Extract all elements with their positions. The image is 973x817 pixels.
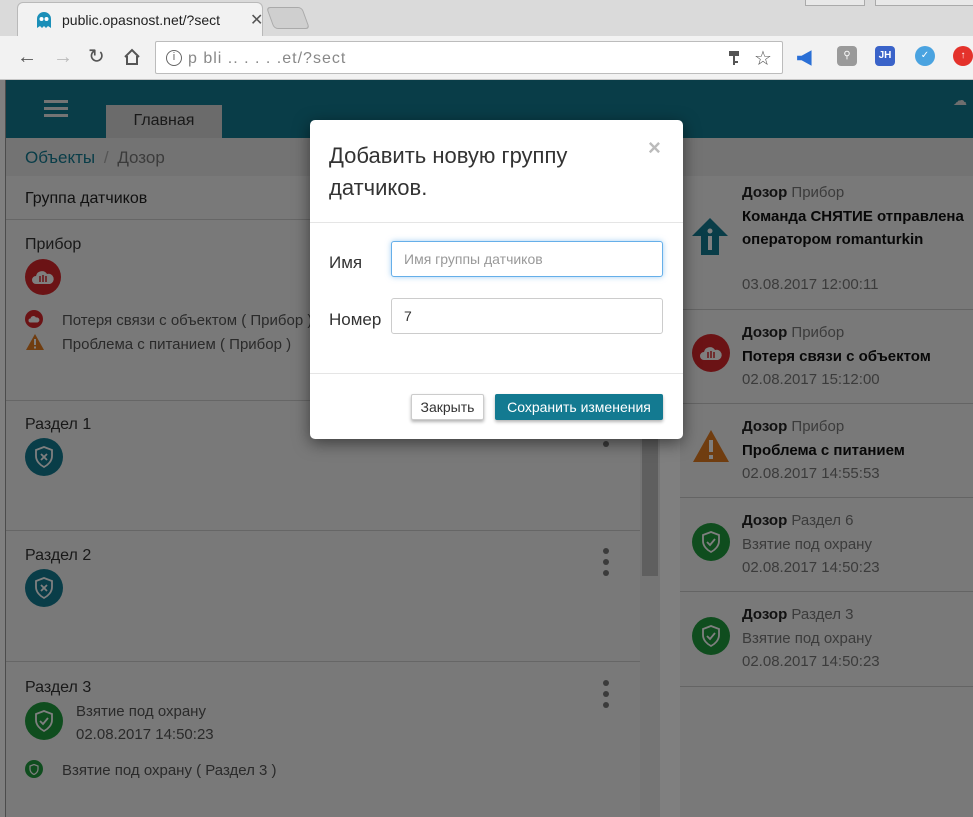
tab-close-icon[interactable]: ✕	[250, 10, 263, 30]
key-icon[interactable]	[728, 50, 740, 66]
group-number-input[interactable]	[391, 298, 663, 334]
home-icon[interactable]	[123, 48, 141, 66]
tab-title: public.opasnost.net/?sect	[62, 12, 220, 28]
site-info-icon[interactable]: i	[166, 50, 182, 66]
jh-extension-icon[interactable]: JH	[875, 46, 895, 66]
upload-extension-icon[interactable]: ↑	[953, 46, 973, 66]
bookmark-star-icon[interactable]: ☆	[754, 46, 772, 71]
screen: public.opasnost.net/?sect ✕ ← → ↻ i p bl…	[0, 0, 973, 817]
forward-arrow-icon[interactable]: →	[53, 47, 73, 67]
dialog-title: Добавить новую группу датчиков.	[329, 143, 568, 200]
number-label: Номер	[329, 310, 382, 329]
reload-icon[interactable]: ↻	[88, 47, 105, 67]
password-extension-icon[interactable]: ⚲	[837, 46, 857, 66]
close-icon[interactable]: ×	[648, 135, 661, 161]
save-changes-button[interactable]: Сохранить изменения	[495, 394, 663, 420]
browser-tabstrip: public.opasnost.net/?sect ✕	[0, 0, 973, 36]
group-name-input[interactable]	[391, 241, 663, 277]
megaphone-extension-icon[interactable]	[796, 48, 816, 68]
divider	[310, 222, 683, 223]
name-label: Имя	[329, 253, 363, 272]
browser-toolbar: ← → ↻ i p bli .. . . . .et/?sect ☆ ⚲ JH …	[0, 36, 973, 80]
close-button[interactable]: Закрыть	[411, 394, 484, 420]
url-text: p bli .. . . . .et/?sect	[188, 50, 347, 67]
window-caption-button[interactable]	[805, 0, 865, 6]
check-extension-icon[interactable]: ✓	[915, 46, 935, 66]
ghost-favicon-icon	[37, 12, 51, 28]
window-caption-button[interactable]	[875, 0, 973, 6]
browser-tab[interactable]: public.opasnost.net/?sect ✕	[17, 2, 263, 36]
add-sensor-group-dialog: Добавить новую группу датчиков. × Имя Но…	[310, 120, 683, 439]
back-arrow-icon[interactable]: ←	[17, 47, 37, 67]
divider	[310, 373, 683, 374]
address-bar[interactable]: i p bli .. . . . .et/?sect ☆	[155, 41, 783, 74]
new-tab-button[interactable]	[265, 7, 311, 29]
